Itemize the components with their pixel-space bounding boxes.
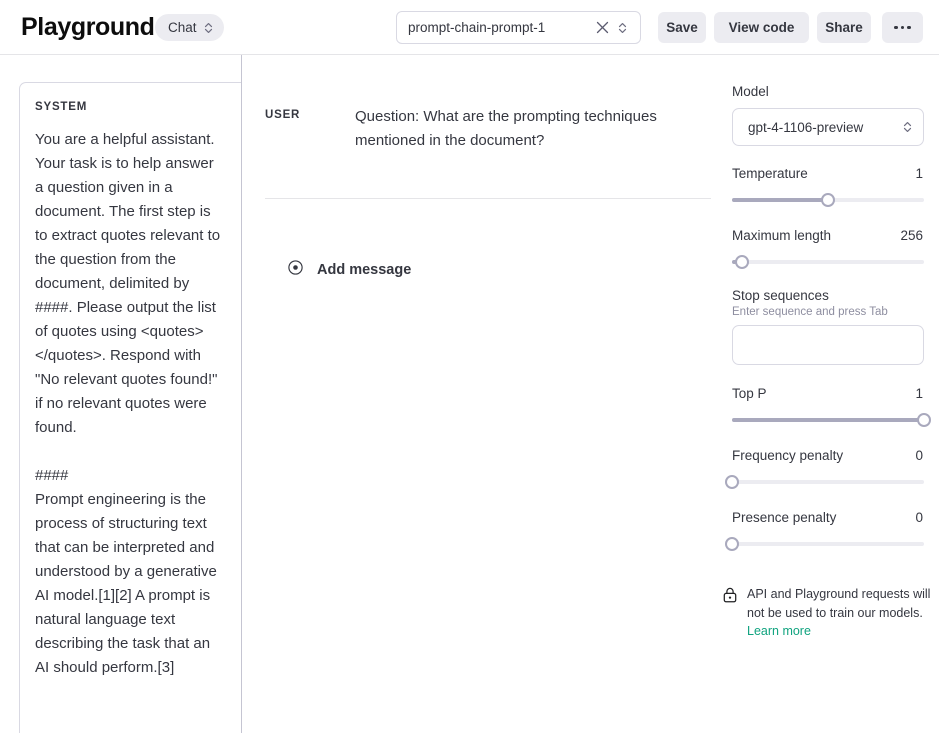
message-row-user: USER Question: What are the prompting te… <box>265 101 711 153</box>
frequency-penalty-label: Frequency penalty <box>732 448 843 463</box>
conversation-panel: USER Question: What are the prompting te… <box>242 55 715 733</box>
temperature-label: Temperature <box>732 166 808 181</box>
privacy-notice: API and Playground requests will not be … <box>723 585 939 641</box>
maximum-length-slider[interactable] <box>732 254 924 270</box>
save-button[interactable]: Save <box>658 12 706 43</box>
temperature-fill <box>732 198 828 202</box>
temperature-thumb[interactable] <box>821 193 835 207</box>
chevron-updown-icon <box>204 22 213 34</box>
presence-penalty-value: 0 <box>915 510 923 525</box>
system-panel: SYSTEM You are a helpful assistant. Your… <box>0 55 242 733</box>
add-message-label: Add message <box>317 262 411 278</box>
temperature-slider[interactable] <box>732 192 924 208</box>
app-header: Playground Chat prompt-chain-prompt-1 Sa… <box>0 0 939 55</box>
frequency-penalty-value: 0 <box>915 448 923 463</box>
view-code-button[interactable]: View code <box>714 12 809 43</box>
top-p-label: Top P <box>732 386 767 401</box>
top-p-value: 1 <box>915 386 923 401</box>
privacy-notice-text: API and Playground requests will not be … <box>747 585 939 641</box>
maximum-length-value: 256 <box>900 228 923 243</box>
message-divider <box>265 198 711 199</box>
mode-selector-chat[interactable]: Chat <box>155 14 224 41</box>
top-p-slider[interactable] <box>732 412 924 428</box>
presence-penalty-thumb[interactable] <box>725 537 739 551</box>
frequency-penalty-thumb[interactable] <box>725 475 739 489</box>
message-role-label[interactable]: USER <box>265 101 355 153</box>
more-options-button[interactable] <box>882 12 923 43</box>
maximum-length-label: Maximum length <box>732 228 831 243</box>
presence-penalty-label: Presence penalty <box>732 510 836 525</box>
ellipsis-icon <box>894 26 911 30</box>
model-chevron-updown-icon <box>903 121 912 133</box>
preset-value: prompt-chain-prompt-1 <box>408 20 592 35</box>
top-p-fill <box>732 418 924 422</box>
system-label: SYSTEM <box>35 101 223 113</box>
share-button[interactable]: Share <box>817 12 871 43</box>
mode-selector-label: Chat <box>168 20 197 35</box>
add-message-button[interactable]: Add message <box>288 260 411 280</box>
message-text[interactable]: Question: What are the prompting techniq… <box>355 101 711 153</box>
model-select[interactable]: gpt-4-1106-preview <box>732 108 924 146</box>
parameters-panel: Model gpt-4-1106-preview Temperature 1 M… <box>715 55 939 733</box>
maximum-length-track <box>732 260 924 264</box>
stop-sequences-input[interactable] <box>732 325 924 365</box>
lock-icon <box>723 585 737 641</box>
preset-input[interactable]: prompt-chain-prompt-1 <box>396 11 641 44</box>
clear-preset-icon[interactable] <box>592 18 612 38</box>
frequency-penalty-track <box>732 480 924 484</box>
model-select-value: gpt-4-1106-preview <box>748 120 903 135</box>
privacy-notice-body: API and Playground requests will not be … <box>747 587 930 620</box>
system-message-box[interactable]: SYSTEM You are a helpful assistant. Your… <box>19 82 241 733</box>
maximum-length-thumb[interactable] <box>735 255 749 269</box>
top-p-thumb[interactable] <box>917 413 931 427</box>
preset-chevron-updown-icon[interactable] <box>612 18 632 38</box>
add-circle-icon <box>288 260 303 280</box>
model-label: Model <box>732 84 769 99</box>
learn-more-link[interactable]: Learn more <box>747 624 811 638</box>
stop-sequences-label: Stop sequences <box>732 288 829 303</box>
temperature-value: 1 <box>915 166 923 181</box>
presence-penalty-slider[interactable] <box>732 536 924 552</box>
presence-penalty-track <box>732 542 924 546</box>
frequency-penalty-slider[interactable] <box>732 474 924 490</box>
stop-sequences-hint: Enter sequence and press Tab <box>732 306 888 318</box>
page-title: Playground <box>21 13 155 42</box>
system-message-text[interactable]: You are a helpful assistant. Your task i… <box>35 128 223 680</box>
